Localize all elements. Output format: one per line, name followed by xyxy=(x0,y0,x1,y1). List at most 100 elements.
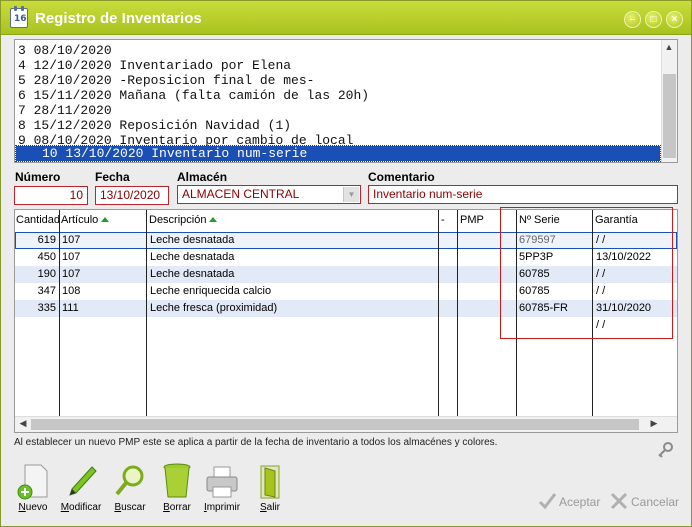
search-icon xyxy=(115,465,144,496)
cell-serie[interactable]: 60785-FR xyxy=(519,302,568,314)
cell-articulo[interactable]: 108 xyxy=(62,285,80,297)
cell-serie[interactable]: 679597 xyxy=(519,234,556,246)
col-dash[interactable]: - xyxy=(441,214,445,226)
table-row[interactable]: 450 107 Leche desnatada 5PP3P 13/10/2022 xyxy=(15,249,677,266)
list-scroll-thumb[interactable] xyxy=(663,74,676,158)
list-item[interactable]: 6 15/11/2020 Mañana (falta camión de las… xyxy=(18,88,658,103)
cell-descripcion[interactable]: Leche fresca (proximidad) xyxy=(150,302,277,314)
list-item[interactable]: 7 28/11/2020 xyxy=(18,103,658,118)
cell-descripcion[interactable]: Leche enriquecida calcio xyxy=(150,285,271,297)
list-item[interactable]: 8 15/12/2020 Reposición Navidad (1) xyxy=(18,118,658,133)
cell-garantia[interactable]: / / xyxy=(596,268,605,280)
cell-garantia[interactable]: / / xyxy=(596,234,605,246)
cell-cantidad[interactable]: 190 xyxy=(15,268,56,280)
column-divider xyxy=(59,210,60,416)
column-divider xyxy=(516,210,517,416)
grid-scrollbar[interactable]: ◀ ▶ xyxy=(15,416,677,432)
col-articulo[interactable]: Artículo xyxy=(61,214,110,226)
new-button-label: Nuevo xyxy=(18,502,48,513)
numero-field[interactable]: 10 xyxy=(14,186,88,205)
cell-serie[interactable]: 60785 xyxy=(519,285,550,297)
delete-button-label: Borrar xyxy=(163,502,191,513)
col-serie[interactable]: Nº Serie xyxy=(519,214,560,226)
column-divider xyxy=(592,210,593,416)
cancel-button-label: Cancelar xyxy=(631,495,680,509)
cell-descripcion[interactable]: Leche desnatada xyxy=(150,251,234,263)
table-row[interactable]: 190 107 Leche desnatada 60785 / / xyxy=(15,266,677,283)
cell-articulo[interactable]: 107 xyxy=(62,251,80,263)
print-button-label: Imprimir xyxy=(203,502,241,513)
col-descripcion[interactable]: Descripción xyxy=(149,214,218,226)
col-descripcion-label: Descripción xyxy=(149,214,207,226)
cell-articulo[interactable]: 111 xyxy=(62,302,79,314)
modify-button[interactable]: Modificar xyxy=(60,463,102,521)
calendar-icon-number: 16 xyxy=(14,14,27,24)
cell-cantidad[interactable]: 335 xyxy=(15,302,56,314)
cell-garantia[interactable]: 31/10/2020 xyxy=(596,302,651,314)
cell-articulo[interactable]: 107 xyxy=(62,234,80,246)
key-icon[interactable] xyxy=(656,441,674,459)
cell-garantia[interactable]: / / xyxy=(596,319,605,331)
minimize-icon[interactable]: – xyxy=(624,11,641,28)
sort-up-icon xyxy=(209,217,218,222)
col-cantidad[interactable]: Cantidad xyxy=(16,214,60,226)
exit-button[interactable]: Salir xyxy=(249,463,291,521)
print-button[interactable]: Imprimir xyxy=(201,463,243,521)
table-row[interactable]: / / xyxy=(15,317,677,334)
checkmark-icon xyxy=(538,493,557,510)
comentario-field[interactable]: Inventario num-serie xyxy=(368,185,678,204)
modify-button-label: Modificar xyxy=(60,502,102,513)
cell-articulo[interactable]: 107 xyxy=(62,268,80,280)
column-divider xyxy=(457,210,458,416)
accept-button-label: Aceptar xyxy=(559,495,601,509)
fecha-field[interactable]: 13/10/2020 xyxy=(95,186,169,205)
list-item[interactable]: 4 12/10/2020 Inventariado por Elena xyxy=(18,58,658,73)
maximize-icon[interactable]: □ xyxy=(645,11,662,28)
cancel-button[interactable]: Cancelar xyxy=(609,491,683,513)
cell-serie[interactable]: 60785 xyxy=(519,268,550,280)
cell-descripcion[interactable]: Leche desnatada xyxy=(150,234,234,246)
cell-serie[interactable]: 5PP3P xyxy=(519,251,553,263)
list-scrollbar[interactable]: ▲ ▼ xyxy=(661,40,677,162)
grid-header: Cantidad Artículo Descripción - PMP Nº S… xyxy=(15,210,677,230)
cell-descripcion[interactable]: Leche desnatada xyxy=(150,268,234,280)
title-bar[interactable]: 16 Registro de Inventarios – □ × xyxy=(1,1,691,35)
almacen-label: Almacén xyxy=(177,170,228,184)
cell-cantidad[interactable]: 347 xyxy=(15,285,56,297)
delete-button[interactable]: Borrar xyxy=(156,463,198,521)
cell-cantidad[interactable]: 619 xyxy=(15,234,56,246)
col-articulo-label: Artículo xyxy=(61,214,99,226)
new-document-icon xyxy=(17,464,48,500)
almacen-select[interactable]: ALMACEN CENTRAL ▼ xyxy=(177,185,361,204)
table-row[interactable]: 619 107 Leche desnatada 679597 / / xyxy=(15,232,677,249)
inventory-lines-grid[interactable]: Cantidad Artículo Descripción - PMP Nº S… xyxy=(14,209,678,433)
chevron-down-icon[interactable]: ▼ xyxy=(343,187,359,202)
scroll-up-icon[interactable]: ▲ xyxy=(662,42,676,52)
info-text: Al establecer un nuevo PMP este se aplic… xyxy=(14,437,498,448)
table-row[interactable]: 335 111 Leche fresca (proximidad) 60785-… xyxy=(15,300,677,317)
search-button[interactable]: Buscar xyxy=(109,463,151,521)
col-pmp[interactable]: PMP xyxy=(460,214,484,226)
printer-icon xyxy=(206,466,238,498)
cell-garantia[interactable]: 13/10/2022 xyxy=(596,251,651,263)
list-item-selected[interactable]: 10 13/10/2020 Inventario num-serie xyxy=(15,145,661,162)
accept-button[interactable]: Aceptar xyxy=(537,491,603,513)
pencil-icon xyxy=(69,466,97,496)
almacen-value: ALMACEN CENTRAL xyxy=(182,187,300,201)
scroll-right-icon[interactable]: ▶ xyxy=(647,418,661,429)
inventory-list[interactable]: 3 08/10/2020 4 12/10/2020 Inventariado p… xyxy=(14,39,678,163)
close-icon[interactable]: × xyxy=(666,11,683,28)
new-button[interactable]: Nuevo xyxy=(12,463,54,521)
table-row[interactable]: 347 108 Leche enriquecida calcio 60785 /… xyxy=(15,283,677,300)
list-item[interactable]: 5 28/10/2020 -Reposicion final de mes- xyxy=(18,73,658,88)
cell-cantidad[interactable]: 450 xyxy=(15,251,56,263)
col-garantia[interactable]: Garantía xyxy=(595,214,638,226)
grid-scroll-thumb[interactable] xyxy=(31,419,639,430)
cell-garantia[interactable]: / / xyxy=(596,285,605,297)
scroll-left-icon[interactable]: ◀ xyxy=(16,418,30,429)
trash-icon xyxy=(163,463,191,498)
list-item[interactable]: 3 08/10/2020 xyxy=(18,43,658,58)
fecha-label: Fecha xyxy=(95,170,130,184)
sort-up-icon xyxy=(101,217,110,222)
exit-door-icon xyxy=(260,465,280,499)
